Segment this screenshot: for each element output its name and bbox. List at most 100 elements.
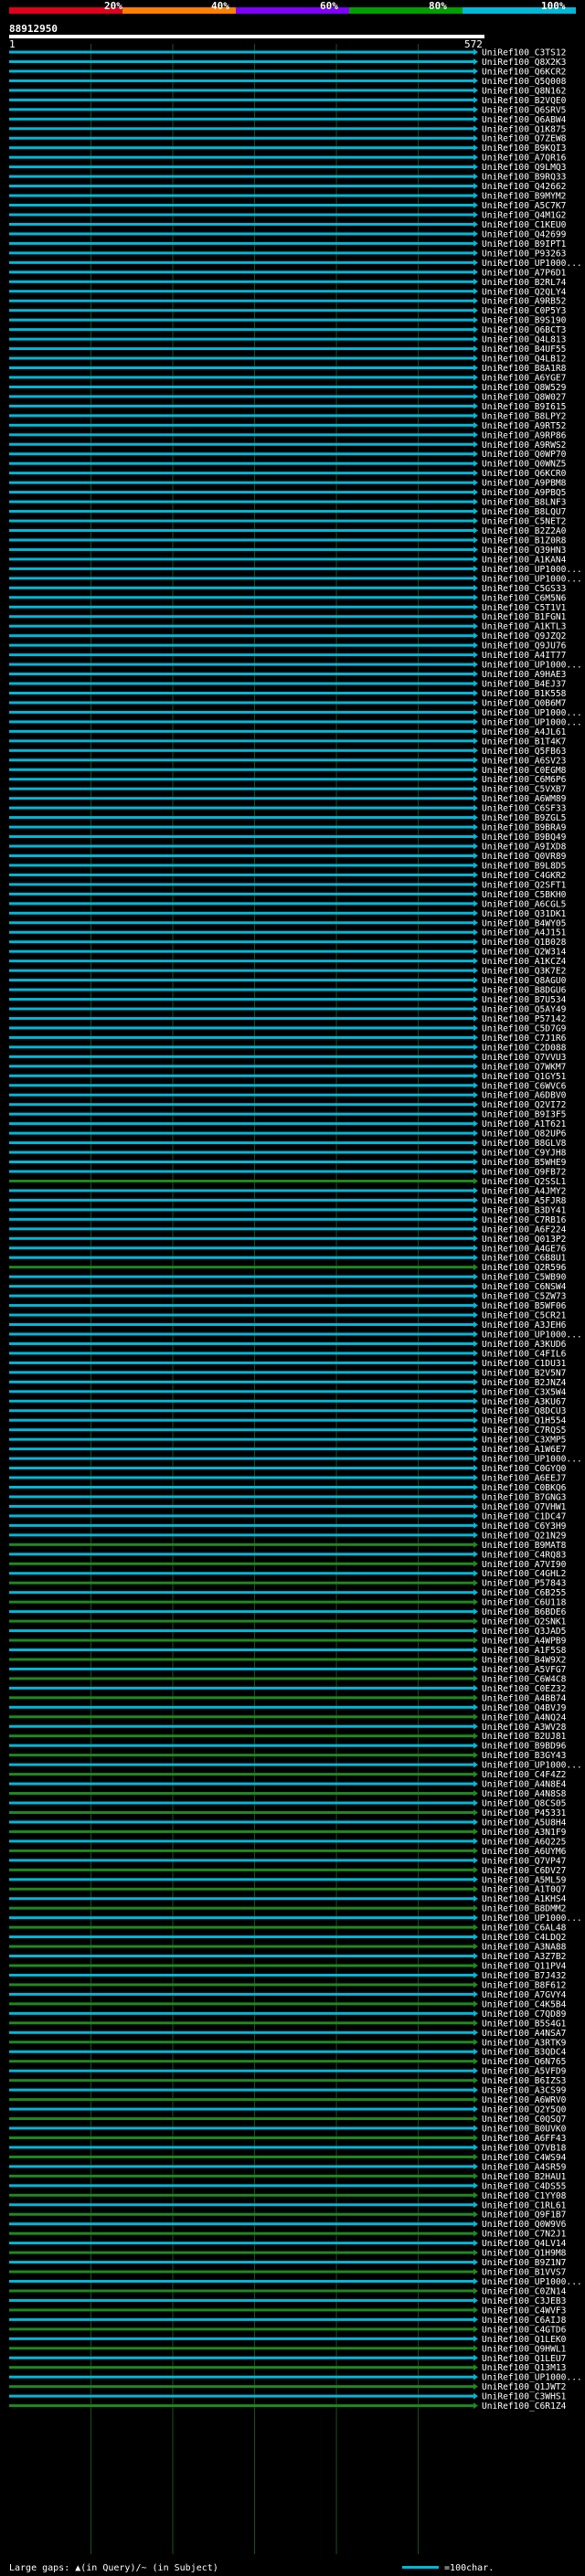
hit-label[interactable]: UniRef100_A6FF43 xyxy=(482,2134,567,2144)
hit-bar[interactable] xyxy=(9,1246,473,1250)
hit-bar[interactable] xyxy=(9,577,473,580)
hit-bar[interactable] xyxy=(9,1447,473,1451)
hit-label[interactable]: UniRef100_Q3JAD5 xyxy=(482,1627,566,1637)
hit-bar[interactable] xyxy=(9,356,473,360)
hit-label[interactable]: UniRef100_B9RQ33 xyxy=(482,173,567,183)
hit-bar[interactable] xyxy=(9,797,473,800)
hit-label[interactable]: UniRef100_UP1000... xyxy=(482,1913,582,1924)
hit-label[interactable]: UniRef100_C6WVC6 xyxy=(482,1081,567,1091)
hit-bar[interactable] xyxy=(9,241,473,245)
hit-bar[interactable] xyxy=(9,89,473,92)
hit-label[interactable]: UniRef100_Q6BCT3 xyxy=(482,325,567,335)
hit-bar[interactable] xyxy=(9,318,473,322)
hit-label[interactable]: UniRef100_B8LQU7 xyxy=(482,507,567,517)
hit-bar[interactable] xyxy=(9,1112,473,1116)
hit-label[interactable]: UniRef100_B9ZGL5 xyxy=(482,813,566,823)
hit-label[interactable]: UniRef100_A1KTL3 xyxy=(482,622,567,632)
hit-bar[interactable] xyxy=(9,557,473,561)
hit-bar[interactable] xyxy=(9,1055,473,1058)
hit-label[interactable]: UniRef100_UP1000... xyxy=(482,1761,582,1771)
hit-label[interactable]: UniRef100_A7QR16 xyxy=(482,154,567,164)
hit-label[interactable]: UniRef100_B9KQI3 xyxy=(482,143,567,154)
hit-label[interactable]: UniRef100_B1K558 xyxy=(482,689,567,699)
hit-bar[interactable] xyxy=(9,748,473,752)
hit-label[interactable]: UniRef100_Q9F1B7 xyxy=(482,2210,567,2221)
hit-label[interactable]: UniRef100_A9RWS2 xyxy=(482,440,566,451)
hit-label[interactable]: UniRef100_B3GY43 xyxy=(482,1751,567,1761)
hit-bar[interactable] xyxy=(9,1983,473,1987)
hit-bar[interactable] xyxy=(9,911,473,915)
hit-label[interactable]: UniRef100_B1Z0R8 xyxy=(482,535,567,546)
hit-bar[interactable] xyxy=(9,1313,473,1317)
hit-bar[interactable] xyxy=(9,165,473,169)
hit-bar[interactable] xyxy=(9,1457,473,1460)
hit-label[interactable]: UniRef100_Q4LV14 xyxy=(482,2239,567,2249)
hit-label[interactable]: UniRef100_A1KHS4 xyxy=(482,1894,567,1904)
hit-label[interactable]: UniRef100_C3TS12 xyxy=(482,48,566,58)
hit-bar[interactable] xyxy=(9,155,473,159)
hit-bar[interactable] xyxy=(9,663,473,666)
hit-label[interactable]: UniRef100_C4GHL2 xyxy=(482,1569,566,1579)
hit-label[interactable]: UniRef100_B8F612 xyxy=(482,1980,566,1990)
hit-bar[interactable] xyxy=(9,98,473,101)
hit-label[interactable]: UniRef100_C1RL61 xyxy=(482,2200,567,2210)
hit-label[interactable]: UniRef100_Q1GY51 xyxy=(482,1072,567,1082)
hit-bar[interactable] xyxy=(9,1553,473,1556)
hit-bar[interactable] xyxy=(9,2174,473,2178)
hit-label[interactable]: UniRef100_A6DBV0 xyxy=(482,1091,567,1101)
hit-label[interactable]: UniRef100_A4NQ24 xyxy=(482,1712,567,1723)
hit-label[interactable]: UniRef100_Q8N162 xyxy=(482,86,566,96)
hit-bar[interactable] xyxy=(9,2347,473,2350)
hit-label[interactable]: UniRef100_C7RQS5 xyxy=(482,1426,566,1436)
hit-bar[interactable] xyxy=(9,59,473,63)
hit-label[interactable]: UniRef100_A6UYM6 xyxy=(482,1847,567,1857)
hit-bar[interactable] xyxy=(9,423,473,427)
hit-label[interactable]: UniRef100_Q8DCU3 xyxy=(482,1406,567,1416)
hit-bar[interactable] xyxy=(9,1285,473,1288)
hit-bar[interactable] xyxy=(9,1600,473,1604)
hit-label[interactable]: UniRef100_A4NSA7 xyxy=(482,2029,567,2039)
hit-label[interactable]: UniRef100_Q4L813 xyxy=(482,335,567,345)
hit-label[interactable]: UniRef100_B7U534 xyxy=(482,995,567,1005)
hit-bar[interactable] xyxy=(9,1629,473,1633)
hit-label[interactable]: UniRef100_C6M5N6 xyxy=(482,593,567,603)
hit-label[interactable]: UniRef100_Q2R596 xyxy=(482,1263,567,1273)
hit-bar[interactable] xyxy=(9,1495,473,1499)
hit-bar[interactable] xyxy=(9,1906,473,1910)
hit-label[interactable]: UniRef100_C9YJH8 xyxy=(482,1149,567,1159)
hit-label[interactable]: UniRef100_C0BKQ6 xyxy=(482,1483,567,1493)
hit-label[interactable]: UniRef100_C5VXB7 xyxy=(482,785,567,795)
hit-label[interactable]: UniRef100_P57843 xyxy=(482,1579,567,1589)
hit-bar[interactable] xyxy=(9,949,473,953)
hit-bar[interactable] xyxy=(9,1418,473,1422)
hit-label[interactable]: UniRef100_B4UF55 xyxy=(482,345,566,355)
hit-label[interactable]: UniRef100_C7QD89 xyxy=(482,2009,567,2019)
hit-bar[interactable] xyxy=(9,108,473,111)
hit-bar[interactable] xyxy=(9,2136,473,2139)
hit-label[interactable]: UniRef100_C6B255 xyxy=(482,1588,566,1598)
hit-bar[interactable] xyxy=(9,1839,473,1843)
hit-bar[interactable] xyxy=(9,873,473,876)
hit-label[interactable]: UniRef100_Q8W529 xyxy=(482,383,567,393)
hit-label[interactable]: UniRef100_B9Z1N7 xyxy=(482,2258,567,2268)
hit-label[interactable]: UniRef100_A6Q225 xyxy=(482,1837,566,1847)
hit-bar[interactable] xyxy=(9,710,473,714)
hit-bar[interactable] xyxy=(9,739,473,743)
hit-label[interactable]: UniRef100_Q2VI72 xyxy=(482,1100,566,1110)
hit-label[interactable]: UniRef100_UP1000... xyxy=(482,2373,582,2383)
hit-label[interactable]: UniRef100_A4JL61 xyxy=(482,727,567,737)
hit-bar[interactable] xyxy=(9,251,473,255)
hit-bar[interactable] xyxy=(9,1294,473,1298)
hit-label[interactable]: UniRef100_Q013P2 xyxy=(482,1235,566,1245)
hit-bar[interactable] xyxy=(9,69,473,73)
hit-bar[interactable] xyxy=(9,1523,473,1527)
hit-label[interactable]: UniRef100_UP1000... xyxy=(482,565,582,575)
hit-bar[interactable] xyxy=(9,1677,473,1680)
hit-bar[interactable] xyxy=(9,1724,473,1728)
hit-bar[interactable] xyxy=(9,194,473,197)
hit-label[interactable]: UniRef100_B9MAT8 xyxy=(482,1541,567,1551)
hit-label[interactable]: UniRef100_Q0B6M7 xyxy=(482,698,567,708)
hit-label[interactable]: UniRef100_Q1LEU7 xyxy=(482,2354,567,2364)
hit-label[interactable]: UniRef100_C5T1V1 xyxy=(482,603,567,613)
hit-label[interactable]: UniRef100_B2RL74 xyxy=(482,278,567,288)
